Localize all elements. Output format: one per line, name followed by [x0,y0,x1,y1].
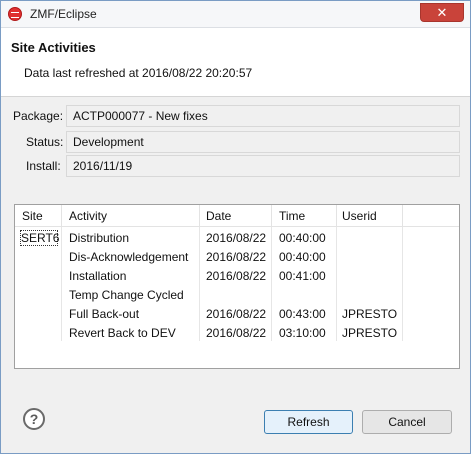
cell-date: 2016/08/22 [206,231,267,245]
column-divider[interactable] [199,205,200,227]
cell-date: 2016/08/22 [206,269,267,283]
column-header-site[interactable]: Site [22,209,43,223]
window-title: ZMF/Eclipse [30,7,97,21]
cell-activity: Full Back-out [69,307,140,321]
column-divider[interactable] [61,205,62,227]
column-divider[interactable] [402,205,403,227]
cell-time: 00:40:00 [279,231,326,245]
cell-date: 2016/08/22 [206,250,267,264]
cell-date: 2016/08/22 [206,307,267,321]
column-header-activity[interactable]: Activity [69,209,107,223]
package-label: Package: [13,109,64,123]
status-label: Status: [26,135,64,149]
status-field: Development [66,131,460,153]
table-row[interactable]: Full Back-out 2016/08/22 00:43:00 JPREST… [15,305,459,324]
cell-userid: JPRESTO [342,307,398,321]
cell-time: 00:43:00 [279,307,326,321]
cell-activity: Dis-Acknowledgement [69,250,189,264]
app-icon [8,7,22,21]
column-divider[interactable] [336,205,337,227]
table-row[interactable]: Temp Change Cycled [15,286,459,305]
cell-activity: Installation [69,269,127,283]
table-row[interactable]: Dis-Acknowledgement 2016/08/22 00:40:00 [15,248,459,267]
title-bar[interactable]: ZMF/Eclipse ✕ [1,1,470,28]
help-button[interactable]: ? [23,408,45,430]
close-button[interactable]: ✕ [420,3,464,22]
column-header-userid[interactable]: Userid [342,209,377,223]
cancel-button[interactable]: Cancel [362,410,452,434]
cell-activity: Revert Back to DEV [69,326,176,340]
install-label: Install: [26,159,61,173]
refresh-button[interactable]: Refresh [264,410,353,434]
cell-time: 03:10:00 [279,326,326,340]
cell-activity: Temp Change Cycled [69,288,184,302]
column-header-date[interactable]: Date [206,209,231,223]
cell-userid: JPRESTO [342,326,398,340]
dialog-header: Site Activities Data last refreshed at 2… [1,28,470,97]
package-field: ACTP000077 - New fixes [66,105,460,127]
column-divider[interactable] [271,205,272,227]
refresh-timestamp: Data last refreshed at 2016/08/22 20:20:… [24,66,253,80]
install-field: 2016/11/19 [66,155,460,177]
cell-time: 00:41:00 [279,269,326,283]
column-header-time[interactable]: Time [279,209,305,223]
table-row[interactable]: Installation 2016/08/22 00:41:00 [15,267,459,286]
cell-site: SERT6 [21,231,60,245]
close-icon: ✕ [436,5,448,20]
site-activities-table[interactable]: Site Activity Date Time Userid SERT6 Dis… [14,204,460,369]
help-icon: ? [29,411,39,427]
table-row[interactable]: SERT6 Distribution 2016/08/22 00:40:00 [15,229,459,248]
table-row[interactable]: Revert Back to DEV 2016/08/22 03:10:00 J… [15,324,459,343]
table-header: Site Activity Date Time Userid [15,205,459,227]
dialog-window: ZMF/Eclipse ✕ Site Activities Data last … [0,0,471,454]
dialog-title: Site Activities [11,40,96,55]
cell-time: 00:40:00 [279,250,326,264]
cell-activity: Distribution [69,231,130,245]
cell-date: 2016/08/22 [206,326,267,340]
